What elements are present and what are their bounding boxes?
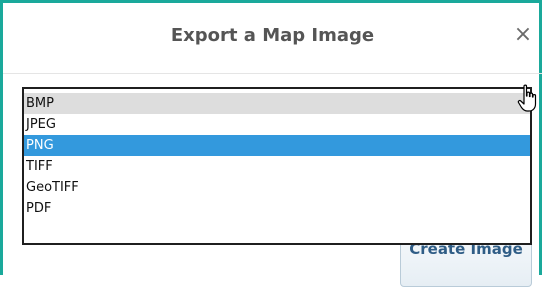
format-option-geotiff[interactable]: GeoTIFF [24, 177, 530, 198]
close-icon[interactable]: × [514, 22, 532, 47]
format-option-tiff[interactable]: TIFF [24, 156, 530, 177]
format-option-png[interactable]: PNG [24, 135, 530, 156]
format-option-bmp[interactable]: BMP [24, 93, 530, 114]
dialog-header: Export a Map Image × [3, 3, 542, 74]
export-map-image-dialog: Export a Map Image × Create Image BMP JP… [0, 0, 542, 287]
format-listbox[interactable]: BMP JPEG PNG TIFF GeoTIFF PDF [22, 87, 532, 245]
hand-pointer-icon [517, 84, 537, 112]
format-option-jpeg[interactable]: JPEG [24, 114, 530, 135]
dialog-body: Create Image BMP JPEG PNG TIFF GeoTIFF P… [3, 74, 542, 287]
dialog-title: Export a Map Image [170, 25, 375, 46]
close-button[interactable]: × [511, 21, 535, 49]
format-option-pdf[interactable]: PDF [24, 198, 530, 219]
